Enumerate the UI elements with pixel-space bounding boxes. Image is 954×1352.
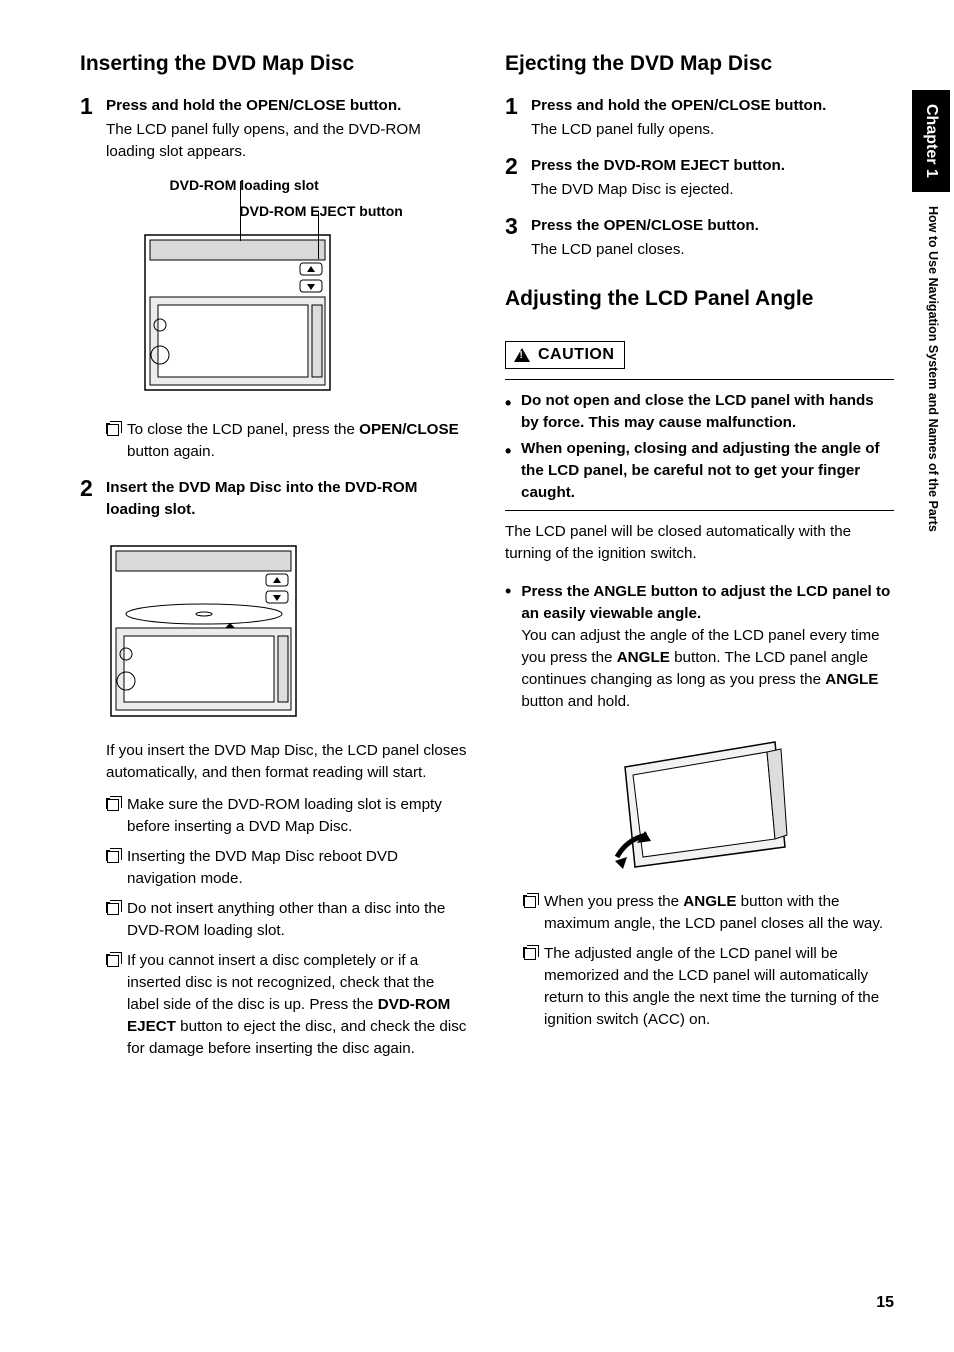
step-body-text: The LCD panel fully opens. (531, 119, 894, 141)
bullet-icon: • (505, 581, 511, 713)
step-lead: Press and hold the OPEN/CLOSE button. (106, 97, 401, 114)
note-bullet-icon (106, 902, 117, 913)
step-number: 1 (505, 95, 521, 141)
step-number: 1 (80, 95, 96, 163)
note-close-panel: To close the LCD panel, press the OPEN/C… (106, 419, 469, 463)
note-reboot: Inserting the DVD Map Disc reboot DVD na… (106, 846, 469, 890)
caution-box: CAUTION (505, 341, 625, 369)
callout-eject-button: DVD-ROM EJECT button (240, 203, 420, 219)
caution-label: CAUTION (538, 346, 614, 364)
illustration-insert-disc (80, 536, 469, 726)
note-bullet-icon (106, 954, 117, 965)
eject-step-3: 3 Press the OPEN/CLOSE button. The LCD pa… (505, 215, 894, 261)
right-column: Ejecting the DVD Map Disc 1 Press and ho… (505, 50, 894, 1068)
caution-item-finger: When opening, closing and adjusting the … (505, 438, 894, 504)
note-bullet-icon (523, 895, 534, 906)
divider (505, 379, 894, 380)
heading-ejecting: Ejecting the DVD Map Disc (505, 50, 894, 77)
step-number: 2 (505, 155, 521, 201)
heading-adjusting: Adjusting the LCD Panel Angle (505, 285, 894, 312)
illustration-angle (505, 727, 894, 877)
side-tab: Chapter 1 How to Use Navigation System a… (912, 90, 954, 532)
step-body-text: The LCD panel closes. (531, 239, 894, 261)
device-angle-icon (605, 727, 795, 877)
illustration-open-panel: DVD-ROM loading slot DVD-ROM EJECT butto… (80, 177, 469, 405)
device-insert-icon (106, 536, 306, 726)
warning-icon (514, 348, 530, 362)
insert-step-2: 2 Insert the DVD Map Disc into the DVD-R… (80, 477, 469, 521)
note-slot-empty: Make sure the DVD-ROM loading slot is em… (106, 794, 469, 838)
insert-step-1: 1 Press and hold the OPEN/CLOSE button. … (80, 95, 469, 163)
note-bullet-icon (106, 850, 117, 861)
heading-inserting: Inserting the DVD Map Disc (80, 50, 469, 77)
note-only-disc: Do not insert anything other than a disc… (106, 898, 469, 942)
step-lead: Insert the DVD Map Disc into the DVD-ROM… (106, 479, 417, 518)
step-number: 3 (505, 215, 521, 261)
page-number: 15 (876, 1294, 894, 1312)
divider (505, 510, 894, 511)
eject-step-1: 1 Press and hold the OPEN/CLOSE button. T… (505, 95, 894, 141)
angle-note-max: When you press the ANGLE button with the… (523, 891, 894, 935)
angle-lead: Press the ANGLE button to adjust the LCD… (521, 583, 890, 622)
eject-step-2: 2 Press the DVD-ROM EJECT button. The DVD… (505, 155, 894, 201)
callout-loading-slot: DVD-ROM loading slot (170, 177, 420, 193)
section-tab: How to Use Navigation System and Names o… (912, 192, 940, 532)
angle-instruction: • Press the ANGLE button to adjust the L… (505, 581, 894, 713)
device-open-icon (140, 225, 340, 405)
step-body-text: The DVD Map Disc is ejected. (531, 179, 894, 201)
step-number: 2 (80, 477, 96, 521)
step-lead: Press the OPEN/CLOSE button. (531, 217, 759, 234)
note-bullet-icon (106, 798, 117, 809)
insert-result-text: If you insert the DVD Map Disc, the LCD … (106, 740, 469, 784)
caution-item-force: Do not open and close the LCD panel with… (505, 390, 894, 434)
step-lead: Press the DVD-ROM EJECT button. (531, 157, 785, 174)
note-bullet-icon (106, 423, 117, 434)
angle-note-memorize: The adjusted angle of the LCD panel will… (523, 943, 894, 1031)
chapter-tab: Chapter 1 (912, 90, 950, 192)
note-eject-check: If you cannot insert a disc completely o… (106, 950, 469, 1060)
step-lead: Press and hold the OPEN/CLOSE button. (531, 97, 826, 114)
left-column: Inserting the DVD Map Disc 1 Press and h… (80, 50, 469, 1068)
auto-close-text: The LCD panel will be closed automatical… (505, 521, 894, 565)
note-bullet-icon (523, 947, 534, 958)
step-body-text: The LCD panel fully opens, and the DVD-R… (106, 119, 469, 163)
